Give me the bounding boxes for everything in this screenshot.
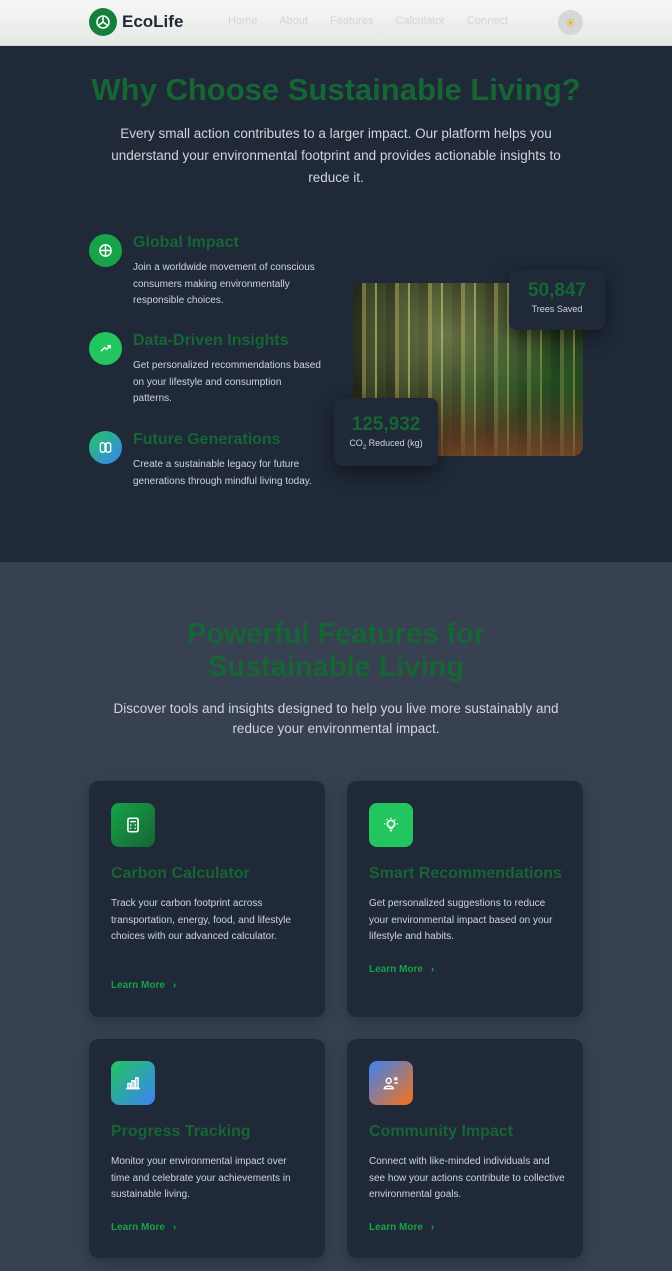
stat-label: Trees Saved <box>531 304 583 314</box>
feature-card-smart-recommendations: Smart Recommendations Get personalized s… <box>347 781 583 1017</box>
logo[interactable]: EcoLife <box>89 8 183 36</box>
card-title: Progress Tracking <box>111 1123 251 1140</box>
features-title: Powerful Features for Sustainable Living <box>186 618 486 683</box>
co2-reduced-stat: 125,932 CO2 Reduced (kg) <box>334 398 438 466</box>
nav-connect[interactable]: Connect <box>467 15 508 27</box>
nav-features[interactable]: Features <box>330 15 373 27</box>
learn-more-link[interactable]: Learn More › <box>369 964 434 975</box>
trees-saved-stat: 50,847 Trees Saved <box>509 270 605 330</box>
chevron-right-icon: › <box>430 1222 435 1233</box>
benefit-title: Global Impact <box>133 234 239 251</box>
stat-label: CO2 Reduced (kg) <box>349 438 423 451</box>
brand-name: EcoLife <box>122 12 184 31</box>
why-text: Every small action contributes to a larg… <box>111 126 561 185</box>
feature-card-progress-tracking: Progress Tracking Monitor your environme… <box>89 1039 325 1258</box>
main-nav: Home About Features Calculator Connect <box>228 15 530 27</box>
benefit-desc: Join a worldwide movement of conscious c… <box>133 262 315 306</box>
stat-value: 50,847 <box>527 280 587 301</box>
chevron-right-icon: › <box>430 964 435 975</box>
learn-more-link[interactable]: Learn More › <box>111 1222 176 1233</box>
why-section: Why Choose Sustainable Living? Every sma… <box>0 46 672 562</box>
why-title: Why Choose Sustainable Living? <box>91 72 581 107</box>
features-section: Powerful Features for Sustainable Living… <box>0 562 672 1271</box>
pages-icon <box>89 431 122 464</box>
learn-more-link[interactable]: Learn More › <box>111 980 176 991</box>
globe-icon <box>89 234 122 267</box>
community-icon <box>369 1061 413 1105</box>
theme-toggle-button[interactable]: ☀ <box>558 10 583 35</box>
chevron-right-icon: › <box>172 980 177 991</box>
nav-about[interactable]: About <box>279 15 308 27</box>
card-title: Community Impact <box>369 1123 514 1140</box>
chevron-right-icon: › <box>172 1222 177 1233</box>
stat-value: 125,932 <box>351 414 421 435</box>
benefit-title: Data-Driven Insights <box>133 332 289 349</box>
card-title: Carbon Calculator <box>111 865 250 882</box>
nav-calculator[interactable]: Calculator <box>396 15 446 27</box>
benefit-desc: Create a sustainable legacy for future g… <box>133 459 312 487</box>
card-desc: Connect with like-minded individuals and… <box>369 1156 565 1200</box>
calculator-icon <box>111 803 155 847</box>
card-desc: Monitor your environmental impact over t… <box>111 1156 291 1200</box>
benefit-desc: Get personalized recommendations based o… <box>133 360 321 404</box>
bar-chart-icon <box>111 1061 155 1105</box>
trend-up-icon <box>89 332 122 365</box>
nav-home[interactable]: Home <box>228 15 257 27</box>
lightbulb-icon <box>369 803 413 847</box>
features-text: Discover tools and insights designed to … <box>113 701 559 736</box>
card-desc: Track your carbon footprint across trans… <box>111 898 291 942</box>
benefit-title: Future Generations <box>133 431 281 448</box>
card-desc: Get personalized suggestions to reduce y… <box>369 898 553 942</box>
recycle-icon <box>89 8 117 36</box>
learn-more-link[interactable]: Learn More › <box>369 1222 434 1233</box>
site-header: EcoLife Home About Features Calculator C… <box>0 0 672 46</box>
feature-card-community-impact: Community Impact Connect with like-minde… <box>347 1039 583 1258</box>
card-title: Smart Recommendations <box>369 865 562 882</box>
feature-card-carbon-calculator: Carbon Calculator Track your carbon foot… <box>89 781 325 1017</box>
sun-icon: ☀ <box>565 15 576 30</box>
